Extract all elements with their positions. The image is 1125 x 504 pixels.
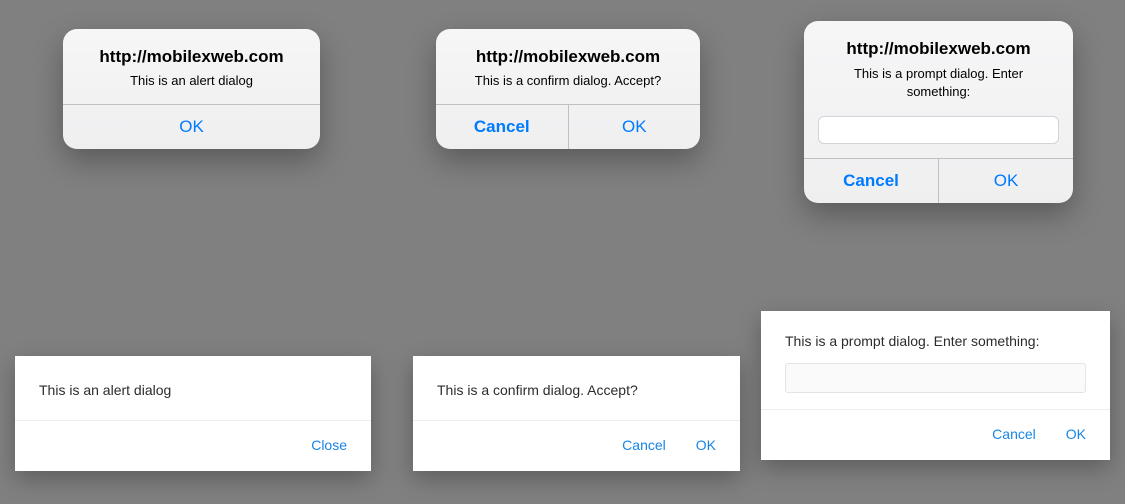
cancel-button[interactable]: Cancel — [436, 105, 568, 149]
ios-alert-dialog: http://mobilexweb.com This is an alert d… — [63, 29, 320, 149]
dialog-message: This is a prompt dialog. Enter something… — [761, 311, 1110, 359]
ok-button[interactable]: OK — [568, 105, 701, 149]
dialog-message: This is an alert dialog — [15, 356, 371, 420]
cancel-button[interactable]: Cancel — [804, 159, 938, 203]
dialog-message: This is a confirm dialog. Accept? — [436, 73, 700, 104]
ok-button[interactable]: OK — [63, 105, 320, 149]
dialog-message: This is a confirm dialog. Accept? — [413, 356, 740, 420]
dialog-title: http://mobilexweb.com — [804, 21, 1073, 65]
flat-alert-dialog: This is an alert dialog Close — [15, 356, 371, 471]
cancel-button[interactable]: Cancel — [990, 422, 1038, 446]
ios-confirm-dialog: http://mobilexweb.com This is a confirm … — [436, 29, 700, 149]
dialog-title: http://mobilexweb.com — [436, 29, 700, 73]
input-row — [804, 116, 1073, 158]
dialog-message: This is an alert dialog — [63, 73, 320, 104]
prompt-input[interactable] — [785, 363, 1086, 393]
ok-button[interactable]: OK — [1064, 422, 1088, 446]
flat-confirm-dialog: This is a confirm dialog. Accept? Cancel… — [413, 356, 740, 471]
input-row — [761, 359, 1110, 409]
flat-prompt-dialog: This is a prompt dialog. Enter something… — [761, 311, 1110, 460]
prompt-input[interactable] — [818, 116, 1059, 144]
dialog-message: This is a prompt dialog. Enter something… — [804, 65, 1073, 116]
ok-button[interactable]: OK — [694, 433, 718, 457]
dialog-title: http://mobilexweb.com — [63, 29, 320, 73]
dialog-buttons: Close — [15, 420, 371, 471]
dialog-buttons: Cancel OK — [413, 420, 740, 471]
close-button[interactable]: Close — [309, 433, 349, 457]
dialog-buttons: Cancel OK — [436, 104, 700, 149]
cancel-button[interactable]: Cancel — [620, 433, 668, 457]
dialog-buttons: Cancel OK — [804, 158, 1073, 203]
ios-prompt-dialog: http://mobilexweb.com This is a prompt d… — [804, 21, 1073, 203]
dialog-buttons: OK — [63, 104, 320, 149]
ok-button[interactable]: OK — [938, 159, 1073, 203]
dialog-buttons: Cancel OK — [761, 409, 1110, 460]
